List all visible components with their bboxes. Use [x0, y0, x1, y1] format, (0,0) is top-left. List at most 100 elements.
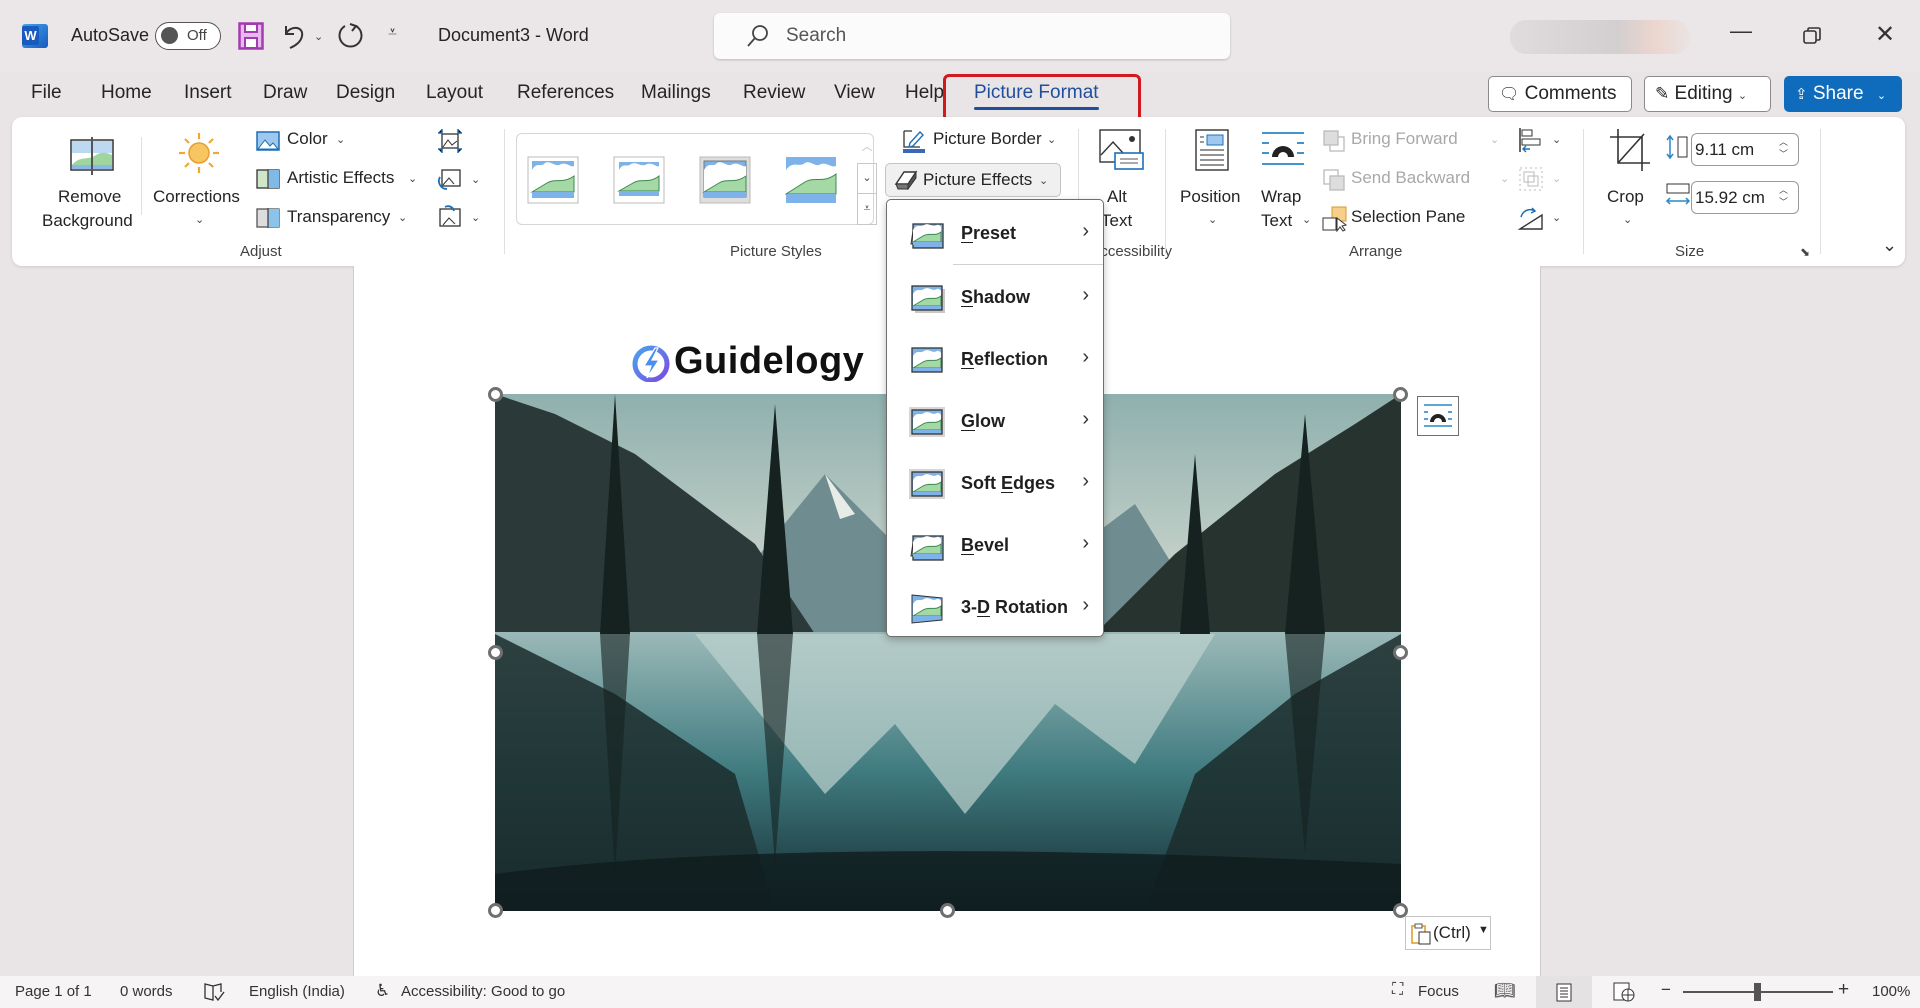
layout-options-button[interactable] — [1417, 396, 1459, 436]
style-thumbnail[interactable] — [785, 156, 837, 204]
alt-text-icon — [1099, 129, 1144, 170]
menu-item-shadow[interactable]: Shadow › — [887, 270, 1103, 326]
crop-label: Crop — [1607, 187, 1644, 206]
transparency-button[interactable]: Transparency ⌄ — [256, 203, 416, 233]
editing-button[interactable]: ✎ Editing ⌄ — [1644, 76, 1771, 112]
autosave-toggle[interactable]: Off — [155, 22, 221, 50]
rotate-button[interactable]: ⌄ — [1518, 203, 1568, 233]
width-input[interactable]: 15.92 cm ︿ ﹀ — [1691, 181, 1799, 214]
gallery-scroll-down[interactable]: ⌄ — [857, 163, 877, 194]
print-layout-button[interactable] — [1536, 976, 1592, 1008]
proofing-icon[interactable] — [203, 982, 225, 1002]
share-dropdown-icon[interactable]: ⌄ — [1877, 90, 1886, 102]
resize-handle-left[interactable] — [488, 645, 503, 660]
selection-pane-button[interactable]: Selection Pane — [1320, 203, 1470, 233]
reset-picture-button[interactable]: ⌄ — [437, 205, 487, 231]
tab-insert[interactable]: Insert — [184, 82, 232, 104]
color-label: Color — [287, 129, 328, 148]
zoom-out-button[interactable]: − — [1661, 980, 1671, 1000]
comments-button[interactable]: 🗨 Comments — [1488, 76, 1632, 112]
tab-references[interactable]: References — [517, 82, 614, 104]
pencil-icon: ✎ — [1655, 84, 1670, 103]
menu-item-preset[interactable]: Preset › — [887, 206, 1103, 262]
resize-handle-bottom-left[interactable] — [488, 903, 503, 918]
tab-design[interactable]: Design — [336, 82, 395, 104]
crop-button[interactable]: Crop ⌄ — [1602, 127, 1662, 237]
undo-icon[interactable] — [280, 22, 308, 50]
style-thumbnail[interactable] — [699, 156, 751, 204]
read-mode-icon[interactable]: 📖︎ — [1494, 981, 1516, 1001]
picture-border-label: Picture Border — [933, 129, 1042, 148]
change-picture-button[interactable]: ⌄ — [437, 167, 487, 193]
wrap-text-button[interactable]: Wrap Text ⌄ — [1256, 127, 1316, 237]
share-button[interactable]: ⇪ Share ⌄ — [1784, 76, 1902, 112]
align-button[interactable]: ⌄ — [1518, 125, 1568, 155]
artistic-effects-button[interactable]: Artistic Effects ⌄ — [256, 164, 426, 194]
position-button[interactable]: Position ⌄ — [1178, 127, 1248, 237]
chevron-right-icon: › — [1082, 346, 1089, 368]
style-thumbnail[interactable] — [613, 156, 665, 204]
page-count[interactable]: Page 1 of 1 — [15, 983, 92, 1000]
word-count[interactable]: 0 words — [120, 983, 173, 1000]
tab-draw[interactable]: Draw — [263, 82, 307, 104]
selection-pane-label: Selection Pane — [1351, 207, 1466, 226]
chevron-down-icon: ⌄ — [408, 173, 418, 185]
menu-item-reflection[interactable]: Reflection › — [887, 332, 1103, 388]
gallery-scroll-up[interactable]: ︿ — [857, 133, 877, 163]
alt-text-label-2: Text — [1101, 211, 1133, 230]
tab-help[interactable]: Help — [905, 82, 944, 104]
color-button[interactable]: Color ⌄ — [256, 125, 366, 155]
paste-options-button[interactable]: (Ctrl) ▼ — [1405, 916, 1491, 950]
restore-icon[interactable] — [1803, 27, 1821, 45]
tab-view[interactable]: View — [834, 82, 875, 104]
resize-handle-top-left[interactable] — [488, 387, 503, 402]
resize-handle-bottom[interactable] — [940, 903, 955, 918]
height-stepper[interactable]: ︿ ﹀ — [1779, 136, 1788, 160]
web-layout-icon[interactable] — [1613, 982, 1635, 1002]
style-thumbnail[interactable] — [527, 156, 579, 204]
menu-item-label: Shadow — [961, 287, 1031, 307]
collapse-ribbon-icon[interactable]: ⌄ — [1882, 235, 1897, 256]
customize-quick-access-icon[interactable]: ⩡ — [388, 24, 397, 42]
gallery-more[interactable]: ⩡ — [857, 194, 877, 225]
zoom-in-button[interactable]: + — [1838, 979, 1849, 1001]
account-avatar[interactable] — [1510, 20, 1690, 54]
menu-item-3d-rotation[interactable]: 3-D Rotation › — [887, 580, 1103, 636]
chevron-down-icon: ⌄ — [1552, 134, 1562, 146]
menu-item-bevel[interactable]: Bevel › — [887, 518, 1103, 574]
minimize-icon[interactable]: — — [1730, 18, 1752, 44]
picture-effects-button[interactable]: Picture Effects ⌄ — [885, 163, 1061, 197]
zoom-level[interactable]: 100% — [1872, 983, 1910, 1000]
undo-dropdown-icon[interactable]: ⌄ — [314, 30, 323, 43]
corrections-button[interactable]: Corrections ⌄ — [150, 127, 254, 237]
compress-pictures-icon[interactable] — [437, 129, 463, 153]
menu-item-soft-edges[interactable]: Soft Edges › — [887, 456, 1103, 512]
width-stepper[interactable]: ︿ ﹀ — [1779, 184, 1788, 208]
height-input[interactable]: 9.11 cm ︿ ﹀ — [1691, 133, 1799, 166]
separator — [1583, 129, 1584, 254]
search-input[interactable]: Search — [714, 13, 1230, 59]
remove-background-button[interactable]: Remove Background — [22, 127, 133, 237]
tab-home[interactable]: Home — [101, 82, 152, 104]
close-icon[interactable]: ✕ — [1875, 20, 1895, 49]
menu-item-glow[interactable]: Glow › — [887, 394, 1103, 450]
picture-border-button[interactable]: Picture Border ⌄ — [890, 125, 1065, 155]
resize-handle-top-right[interactable] — [1393, 387, 1408, 402]
tab-review[interactable]: Review — [743, 82, 805, 104]
redo-icon[interactable] — [335, 21, 365, 51]
send-backward-button: Send Backward ⌄ — [1320, 164, 1510, 194]
accessibility-status[interactable]: Accessibility: Good to go — [401, 983, 565, 1000]
print-layout-icon — [1556, 983, 1572, 1002]
save-icon[interactable] — [238, 22, 264, 50]
focus-button[interactable]: ⛶ Focus — [1392, 980, 1472, 1004]
tab-mailings[interactable]: Mailings — [641, 82, 711, 104]
tab-layout[interactable]: Layout — [426, 82, 483, 104]
language[interactable]: English (India) — [249, 983, 345, 1000]
size-dialog-launcher-icon[interactable]: ⬊ — [1800, 245, 1810, 259]
separator — [141, 137, 142, 215]
wrap-text-label-2: Text — [1261, 211, 1293, 230]
tab-file[interactable]: File — [31, 82, 62, 104]
resize-handle-right[interactable] — [1393, 645, 1408, 660]
zoom-slider-thumb[interactable] — [1754, 983, 1761, 1001]
word-icon: W — [22, 24, 48, 48]
